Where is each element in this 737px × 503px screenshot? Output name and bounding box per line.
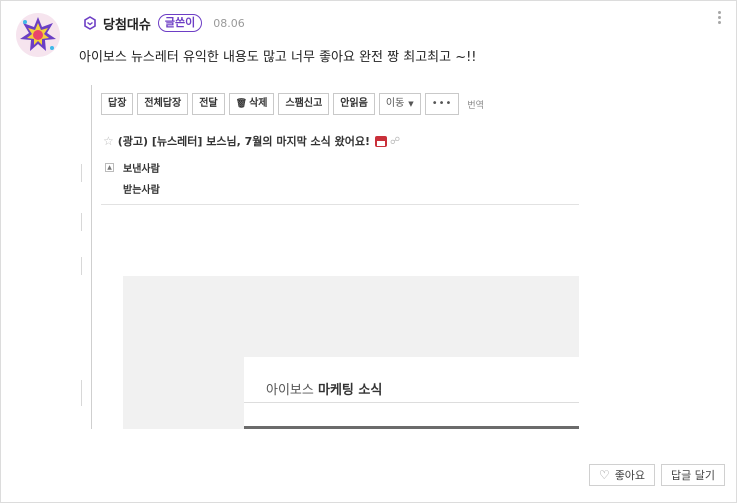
header-divider xyxy=(101,204,579,205)
reply-all-label: 전체답장 xyxy=(144,98,182,109)
star-icon: ☆ xyxy=(103,134,114,148)
faint-divider xyxy=(81,164,82,182)
spam-button: 스팸신고 xyxy=(278,93,330,115)
write-reply-button[interactable]: 답글 달기 xyxy=(661,464,725,486)
sender-row: ▲ 보낸사람 xyxy=(105,160,160,175)
mail-subject: ☆ (광고) [뉴스레터] 보스님, 7월의 마지막 소식 왔어요! ☍ xyxy=(103,133,400,149)
mail-toolbar: 답장 전체답장 전달 🗑 삭제 스팸신고 안읽음 이동 ▼ ••• 번역 xyxy=(101,93,484,115)
mail-subject-text: (광고) [뉴스레터] 보스님, 7월의 마지막 소식 왔어요! xyxy=(117,135,370,148)
unread-button: 안읽음 xyxy=(333,93,375,115)
faint-divider xyxy=(81,257,82,275)
comment-header: 당첨대슈 글쓴이 08.06 xyxy=(83,14,245,33)
newsletter-title-brand: 아이보스 xyxy=(266,383,318,398)
grade-diamond-icon xyxy=(84,16,96,30)
comment-text: 아이보스 뉴스레터 유익한 내용도 많고 너무 좋아요 완전 짱 최고최고 ~!… xyxy=(79,50,477,65)
spam-label: 스팸신고 xyxy=(285,98,323,109)
comment-card: 당첨대슈 글쓴이 08.06 아이보스 뉴스레터 유익한 내용도 많고 너무 좋… xyxy=(0,0,737,503)
unread-label: 안읽음 xyxy=(340,98,368,109)
author-name[interactable]: 당첨대슈 xyxy=(103,14,151,33)
forward-label: 전달 xyxy=(199,98,218,109)
forward-button: 전달 xyxy=(192,93,225,115)
newsletter-rule xyxy=(244,402,579,403)
attached-image[interactable]: 답장 전체답장 전달 🗑 삭제 스팸신고 안읽음 이동 ▼ ••• 번역 ☆ (광고… xyxy=(91,85,579,429)
move-label: 이동 xyxy=(385,98,405,109)
sender-label: 보낸사람 xyxy=(123,164,160,175)
move-dropdown: 이동 ▼ xyxy=(378,93,421,115)
heart-icon: ♡ xyxy=(598,468,610,482)
newsletter-title: 아이보스 마케팅 소식 xyxy=(266,379,382,398)
trash-icon: 🗑 xyxy=(235,99,248,109)
faint-divider xyxy=(81,213,82,231)
avatar[interactable] xyxy=(16,13,60,57)
newsletter-title-topic: 마케팅 소식 xyxy=(317,383,383,398)
like-label: 좋아요 xyxy=(614,469,646,482)
delete-button: 🗑 삭제 xyxy=(228,93,275,115)
write-reply-label: 답글 달기 xyxy=(671,469,715,482)
receiver-label: 받는사람 xyxy=(123,185,160,196)
avatar-image xyxy=(16,13,60,57)
writer-badge: 글쓴이 xyxy=(157,14,203,32)
more-button: ••• xyxy=(424,93,460,115)
reply-all-button: 전체답장 xyxy=(137,93,189,115)
comment-date: 08.06 xyxy=(213,16,245,30)
reply-button: 답장 xyxy=(101,93,134,115)
link-icon: ☍ xyxy=(389,135,401,147)
envelope-icon xyxy=(374,135,387,147)
translate-label: 번역 xyxy=(467,100,484,111)
newsletter-bar xyxy=(244,426,579,429)
newsletter-header: 아이보스 마케팅 소식 xyxy=(244,357,579,429)
like-button[interactable]: ♡ 좋아요 xyxy=(589,464,655,486)
caret-down-icon: ▼ xyxy=(408,100,414,108)
faint-divider xyxy=(81,380,82,406)
image-border xyxy=(91,85,92,429)
more-options-icon[interactable] xyxy=(714,10,724,26)
delete-label: 삭제 xyxy=(249,98,268,109)
reply-label: 답장 xyxy=(108,98,127,109)
more-label: ••• xyxy=(431,98,453,109)
collapse-icon: ▲ xyxy=(105,163,114,172)
